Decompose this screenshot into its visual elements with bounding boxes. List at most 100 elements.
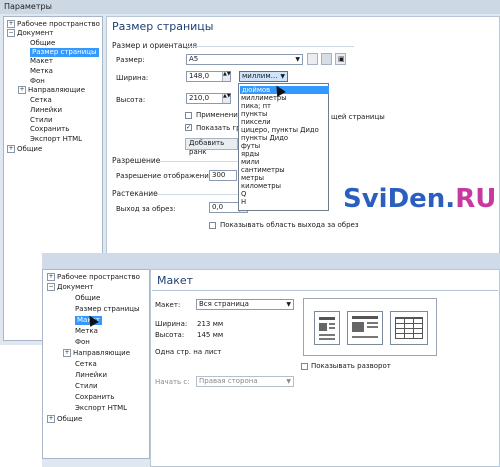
tree-item-styles[interactable]: Стили bbox=[30, 116, 53, 125]
tree-item-label[interactable]: Метка bbox=[30, 67, 53, 76]
divider bbox=[152, 290, 498, 291]
apply-label: Применение bbox=[196, 111, 243, 119]
unit-option[interactable]: метры bbox=[241, 174, 264, 182]
start-select[interactable]: Правая сторона ▼ bbox=[196, 376, 294, 387]
show-bleed-label: Показывать область выхода за обрез bbox=[220, 221, 359, 229]
divider bbox=[156, 194, 238, 195]
tree-item-save[interactable]: Сохранить bbox=[75, 393, 114, 402]
watermark-logo: SviDen.RU bbox=[343, 184, 496, 214]
collapse-icon[interactable]: − bbox=[47, 283, 55, 291]
bleed-label: Выход за обрез: bbox=[116, 205, 176, 213]
save-preset-icon[interactable] bbox=[307, 53, 318, 65]
tree-item-page-size[interactable]: Размер страницы bbox=[75, 305, 140, 314]
unit-option[interactable]: километры bbox=[241, 182, 281, 190]
tree-item-rulers[interactable]: Линейки bbox=[30, 106, 62, 115]
collapse-icon[interactable]: − bbox=[7, 29, 15, 37]
apply-suffix-label: щей страницы bbox=[331, 113, 385, 121]
dialog-title-bar bbox=[42, 253, 500, 269]
tree-item-label[interactable]: Метка bbox=[75, 327, 98, 336]
tree-item-document[interactable]: − Документ bbox=[47, 283, 93, 292]
unit-option[interactable]: Q bbox=[241, 190, 246, 198]
divider bbox=[160, 161, 238, 162]
tree-item-general[interactable]: Общие bbox=[75, 294, 100, 303]
tree-item-save[interactable]: Сохранить bbox=[30, 125, 69, 134]
chevron-down-icon: ▼ bbox=[280, 73, 285, 80]
tree-item-export-html[interactable]: Экспорт HTML bbox=[75, 404, 127, 413]
show-spread-checkbox[interactable] bbox=[301, 363, 308, 370]
expand-icon[interactable]: + bbox=[7, 145, 15, 153]
tree-item-grid[interactable]: Сетка bbox=[30, 96, 52, 105]
unit-select[interactable]: миллим… ▼ bbox=[239, 71, 288, 82]
width-value: 213 мм bbox=[197, 320, 224, 328]
show-spread-label: Показывать разворот bbox=[311, 362, 391, 370]
dialog-title: Параметры bbox=[0, 0, 500, 14]
tree-item-styles[interactable]: Стили bbox=[75, 382, 98, 391]
tree-item-background[interactable]: Фон bbox=[75, 338, 90, 347]
expand-icon[interactable]: + bbox=[18, 86, 26, 94]
tree-item-page-size[interactable]: Размер страницы bbox=[30, 48, 99, 57]
resolution-label: Разрешение отображения: bbox=[116, 172, 216, 180]
expand-icon[interactable]: + bbox=[47, 415, 55, 423]
delete-icon[interactable]: ▣ bbox=[335, 53, 346, 65]
tree-item-workspace[interactable]: + Рабочее пространство bbox=[47, 273, 140, 282]
tree-item-export-html[interactable]: Экспорт HTML bbox=[30, 135, 82, 144]
layout-label: Макет: bbox=[155, 301, 181, 309]
unit-option[interactable]: пункты bbox=[241, 110, 267, 118]
disk-icon[interactable] bbox=[321, 53, 332, 65]
tree-item-grid[interactable]: Сетка bbox=[75, 360, 97, 369]
expand-icon[interactable]: + bbox=[63, 349, 71, 357]
table-preview-icon bbox=[390, 311, 428, 345]
options-tree: + Рабочее пространство − Документ Общие Ра… bbox=[42, 269, 150, 459]
tree-item-guides[interactable]: + Направляющие bbox=[63, 349, 130, 358]
resolution-field[interactable]: 300 bbox=[209, 170, 237, 181]
layout-select[interactable]: Вся страница ▼ bbox=[196, 299, 294, 310]
page-preview-icon bbox=[314, 311, 340, 345]
page-title: Макет bbox=[157, 274, 194, 287]
section-resolution: Разрешение bbox=[112, 156, 161, 165]
tree-item-guides[interactable]: + Направляющие bbox=[18, 86, 85, 95]
start-label: Начать с: bbox=[155, 378, 190, 386]
spinner-icon[interactable]: ▲▼ bbox=[222, 94, 231, 103]
show-border-checkbox[interactable]: ✓ bbox=[185, 124, 192, 131]
show-bleed-checkbox[interactable] bbox=[209, 222, 216, 229]
layout-preview bbox=[303, 298, 437, 356]
unit-dropdown-list: дюймов миллиметры пика; пт пункты пиксел… bbox=[238, 83, 329, 211]
tree-item-layout[interactable]: Макет bbox=[30, 57, 53, 66]
expand-icon[interactable]: + bbox=[7, 20, 15, 28]
unit-option[interactable]: пика; пт bbox=[241, 102, 271, 110]
height-label: Высота: bbox=[116, 96, 146, 104]
unit-option[interactable]: ярды bbox=[241, 150, 259, 158]
height-field[interactable]: 210,0 ▲▼ bbox=[186, 93, 231, 104]
apply-checkbox[interactable] bbox=[185, 112, 192, 119]
size-label: Размер: bbox=[116, 56, 145, 64]
divider bbox=[184, 46, 354, 47]
width-field[interactable]: 148,0 ▲▼ bbox=[186, 71, 231, 82]
unit-option[interactable]: футы bbox=[241, 142, 260, 150]
expand-icon[interactable]: + bbox=[47, 273, 55, 281]
tree-item-general[interactable]: Общие bbox=[30, 39, 55, 48]
unit-option[interactable]: H bbox=[241, 198, 246, 206]
size-select[interactable]: A5 ▼ bbox=[186, 54, 303, 65]
unit-option[interactable]: цицеро, пункты Дидо bbox=[241, 126, 319, 134]
tree-item-general2[interactable]: + Общие bbox=[7, 145, 42, 154]
tree-item-rulers[interactable]: Линейки bbox=[75, 371, 107, 380]
unit-option[interactable]: пиксели bbox=[241, 118, 271, 126]
tree-item-document[interactable]: − Документ bbox=[7, 29, 53, 38]
chevron-down-icon: ▼ bbox=[295, 56, 300, 63]
section-bleed: Растекание bbox=[112, 189, 158, 198]
tree-item-background[interactable]: Фон bbox=[30, 77, 45, 86]
unit-option[interactable]: сантиметры bbox=[241, 166, 285, 174]
height-label: Высота: bbox=[155, 331, 185, 339]
unit-option[interactable]: мили bbox=[241, 158, 259, 166]
width-label: Ширина: bbox=[155, 320, 188, 328]
width-label: Ширина: bbox=[116, 74, 149, 82]
add-frame-button[interactable]: Добавить ранк bbox=[185, 138, 238, 156]
watermark-part1: SviDen. bbox=[343, 184, 456, 214]
spinner-icon[interactable]: ▲▼ bbox=[222, 72, 231, 81]
unit-option[interactable]: пункты Дидо bbox=[241, 134, 288, 142]
show-border-label: Показать гр bbox=[196, 124, 241, 132]
chevron-down-icon: ▼ bbox=[286, 378, 291, 385]
tree-item-workspace[interactable]: + Рабочее пространство bbox=[7, 20, 100, 29]
height-value: 145 мм bbox=[197, 331, 224, 339]
tree-item-general2[interactable]: + Общие bbox=[47, 415, 82, 424]
